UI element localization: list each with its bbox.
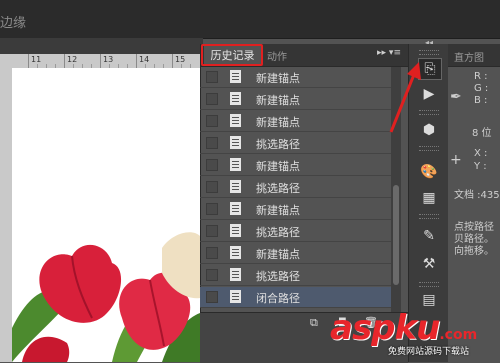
snapshot-checkbox[interactable] — [206, 115, 218, 127]
swatches-grid-icon[interactable]: ▦ — [418, 188, 440, 208]
history-item[interactable]: 新建锚点 — [200, 199, 392, 220]
palette-icon[interactable]: 🎨 — [418, 162, 440, 182]
grip — [419, 146, 439, 151]
history-item-label: 挑选路径 — [256, 138, 300, 151]
red-arrow-annotation — [389, 62, 421, 133]
history-item-label: 新建锚点 — [256, 248, 300, 261]
info-help-line-3: 向拖移。 — [454, 246, 494, 257]
document-icon — [230, 224, 241, 237]
history-item-label: 新建锚点 — [256, 72, 300, 85]
watermark-logo: aspku.com 免费网站源码下载站 — [330, 308, 478, 357]
document-canvas[interactable] — [12, 68, 200, 362]
snapshot-checkbox[interactable] — [206, 71, 218, 83]
history-item[interactable]: 挑选路径 — [200, 177, 392, 198]
crosshair-icon: + — [450, 152, 462, 168]
snapshot-checkbox[interactable] — [206, 93, 218, 105]
document-icon — [230, 136, 241, 149]
info-b: B : — [474, 95, 488, 106]
edge-label: 边缘 — [0, 16, 27, 31]
ruler-label: 12 — [67, 55, 78, 64]
scrollbar-thumb[interactable] — [393, 185, 399, 285]
history-list: 新建锚点 新建锚点 新建锚点 挑选路径 新建锚点 挑选路径 新建锚点 挑选路径 … — [200, 67, 392, 312]
history-item[interactable]: 新建锚点 — [200, 67, 392, 88]
brush-presets-icon[interactable]: ⚒ — [418, 254, 440, 274]
history-item[interactable]: 新建锚点 — [200, 243, 392, 264]
eyedropper-icon: ✒ — [450, 89, 462, 105]
history-item[interactable]: 挑选路径 — [200, 221, 392, 242]
ruler-label: 13 — [103, 55, 114, 64]
options-bar: 边缘 — [0, 0, 500, 39]
history-item[interactable]: 新建锚点 — [200, 111, 392, 132]
info-bit-depth: 8 位 — [472, 128, 492, 139]
ruler-label: 15 — [175, 55, 186, 64]
history-item-label: 新建锚点 — [256, 116, 300, 129]
ruler-label: 14 — [139, 55, 150, 64]
history-item-label: 挑选路径 — [256, 226, 300, 239]
document-tab-strip — [0, 38, 203, 54]
history-item-label: 新建锚点 — [256, 160, 300, 173]
info-r: R : — [474, 71, 488, 82]
grip — [419, 214, 439, 219]
document-icon — [230, 180, 241, 193]
history-item-label: 闭合路径 — [256, 292, 300, 305]
tab-histogram[interactable]: 直方图 — [454, 49, 484, 64]
snapshot-checkbox[interactable] — [206, 291, 218, 303]
watermark-text: aspku — [330, 308, 440, 348]
grip — [419, 50, 439, 55]
new-document-from-state-icon[interactable]: ⧉ — [310, 316, 318, 330]
info-y: Y : — [474, 161, 487, 172]
document-icon — [230, 92, 241, 105]
history-item-label: 挑选路径 — [256, 270, 300, 283]
document-icon — [230, 158, 241, 171]
brush-icon[interactable]: ✎ — [418, 226, 440, 246]
history-item[interactable]: 新建锚点 — [200, 155, 392, 176]
history-panel-tabs: 历史记录 动作 ▸▸ ▾≡ — [201, 44, 409, 67]
document-icon — [230, 246, 241, 259]
snapshot-checkbox[interactable] — [206, 159, 218, 171]
grip — [419, 282, 439, 287]
history-item-selected[interactable]: 闭合路径 — [200, 287, 392, 308]
watermark-subtitle: 免费网站源码下载站 — [388, 347, 470, 357]
watermark-tld: .com — [439, 327, 478, 343]
history-item[interactable]: 挑选路径 — [200, 133, 392, 154]
highlight-box — [201, 44, 263, 66]
history-item-label: 挑选路径 — [256, 182, 300, 195]
snapshot-checkbox[interactable] — [206, 137, 218, 149]
document-icon — [230, 290, 241, 303]
snapshot-checkbox[interactable] — [206, 203, 218, 215]
ruler-label: 11 — [31, 55, 42, 64]
history-item[interactable]: 挑选路径 — [200, 265, 392, 286]
snapshot-checkbox[interactable] — [206, 181, 218, 193]
tab-actions[interactable]: 动作 — [267, 48, 287, 63]
document-icon — [230, 114, 241, 127]
snapshot-checkbox[interactable] — [206, 269, 218, 281]
info-document-size: 文档 :435 — [454, 190, 500, 201]
clone-source-icon[interactable]: ▤ — [418, 290, 440, 310]
panel-menu-icon[interactable]: ▸▸ ▾≡ — [377, 48, 401, 58]
info-panel-header: 直方图 — [448, 44, 500, 67]
document-icon — [230, 202, 241, 215]
document-icon — [230, 268, 241, 281]
snapshot-checkbox[interactable] — [206, 247, 218, 259]
history-item-label: 新建锚点 — [256, 204, 300, 217]
info-g: G : — [474, 83, 489, 94]
snapshot-checkbox[interactable] — [206, 225, 218, 237]
tulip-image — [12, 232, 200, 362]
horizontal-ruler: 11 12 13 14 15 — [0, 54, 200, 69]
info-x: X : — [474, 148, 488, 159]
history-item[interactable]: 新建锚点 — [200, 89, 392, 110]
document-icon — [230, 70, 241, 83]
history-item-label: 新建锚点 — [256, 94, 300, 107]
